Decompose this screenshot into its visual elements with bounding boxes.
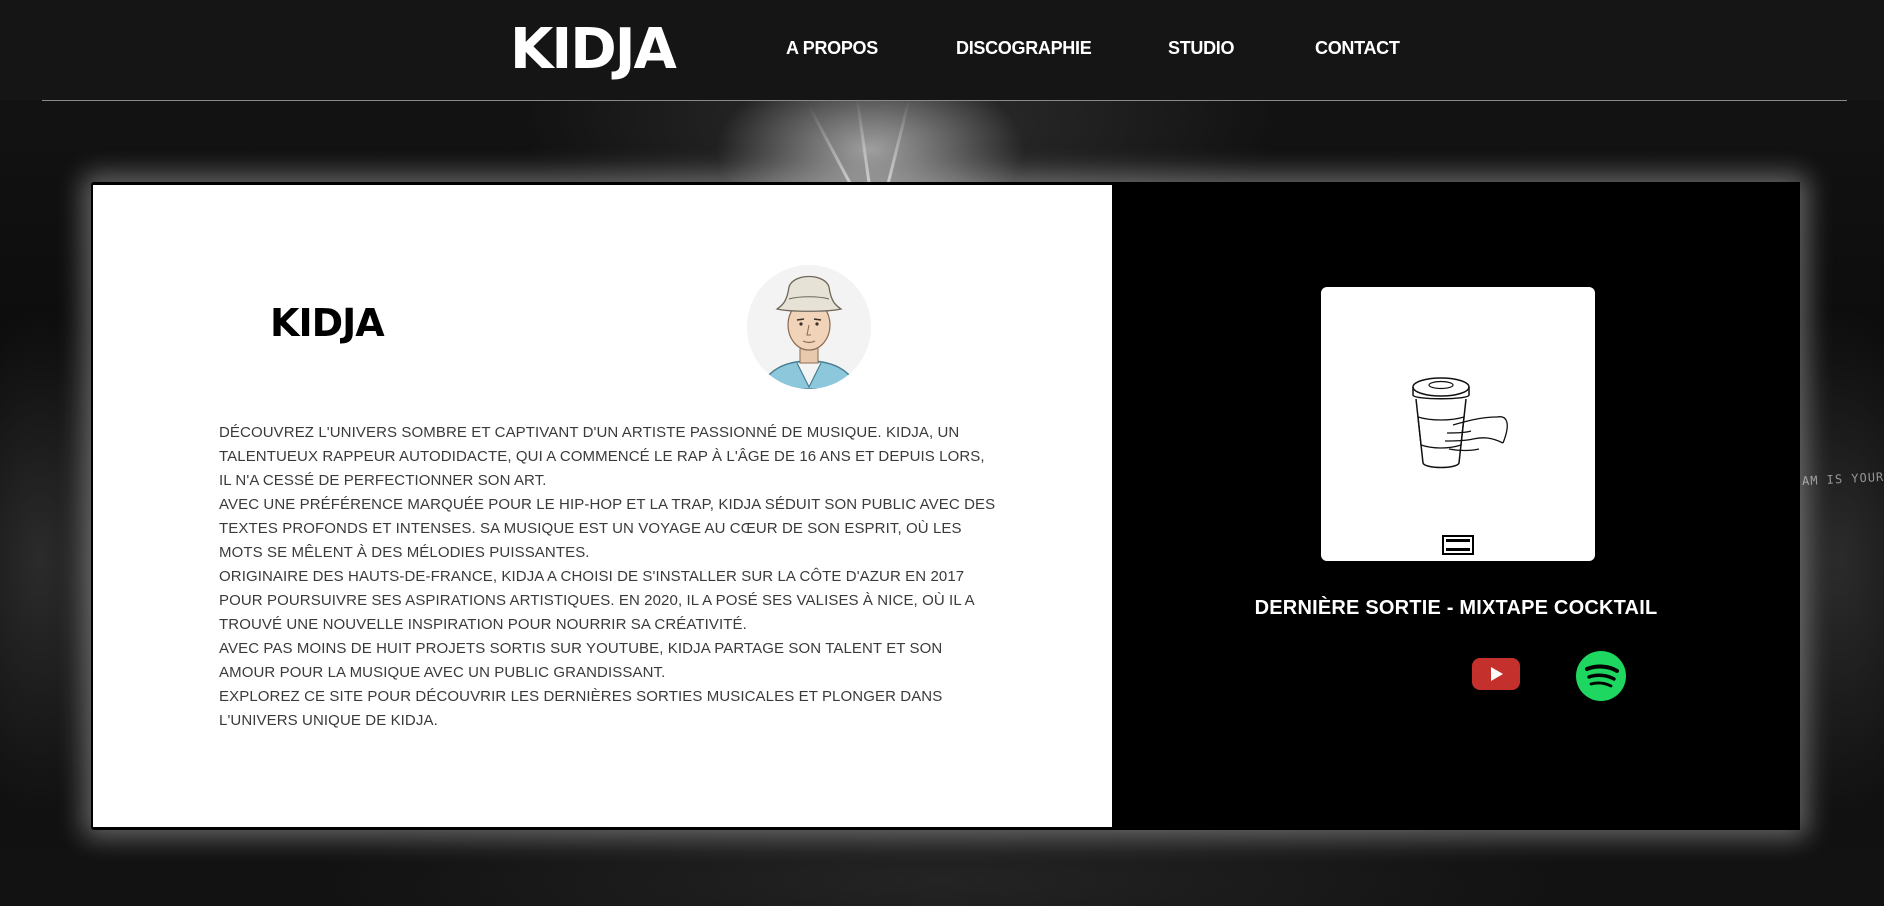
spotify-link[interactable] xyxy=(1575,650,1627,707)
nav-link-a-propos[interactable]: A PROPOS xyxy=(786,38,878,59)
latest-release-title: DERNIÈRE SORTIE - MIXTAPE COCKTAIL xyxy=(1254,597,1658,619)
artist-name: KIDJA xyxy=(270,301,385,345)
artist-card: KIDJA DÉCOUVREZ L'UNIVERS SOMBRE ET CAPT… xyxy=(91,182,1800,830)
bio-paragraph: ORIGINAIRE DES HAUTS-DE-FRANCE, KIDJA A … xyxy=(219,568,974,633)
light-beam xyxy=(855,96,871,187)
latest-release-panel: DERNIÈRE SORTIE - MIXTAPE COCKTAIL xyxy=(1112,182,1800,830)
bio-paragraph: EXPLOREZ CE SITE POUR DÉCOUVRIR LES DERN… xyxy=(219,688,943,729)
bio-paragraph: AVEC UNE PRÉFÉRENCE MARQUÉE POUR LE HIP-… xyxy=(219,496,996,561)
nav-link-contact[interactable]: CONTACT xyxy=(1315,38,1400,59)
background-caption: AM IS YOUR xyxy=(1801,469,1884,489)
light-beam xyxy=(886,98,911,187)
about-panel: KIDJA DÉCOUVREZ L'UNIVERS SOMBRE ET CAPT… xyxy=(93,185,1112,827)
album-cover[interactable] xyxy=(1321,287,1595,561)
artist-portrait-illustration xyxy=(747,265,871,389)
bio-paragraph: AVEC PAS MOINS DE HUIT PROJETS SORTIS SU… xyxy=(219,640,943,681)
coffee-cup-illustration xyxy=(1412,377,1508,469)
light-beam xyxy=(807,105,853,187)
nav-link-studio[interactable]: STUDIO xyxy=(1168,38,1235,59)
spotify-icon xyxy=(1576,651,1626,701)
youtube-link[interactable] xyxy=(1471,656,1521,697)
header-divider xyxy=(42,100,1847,101)
artist-avatar xyxy=(747,265,871,389)
nav-link-discographie[interactable]: DISCOGRAPHIE xyxy=(956,38,1092,59)
youtube-icon xyxy=(1472,658,1520,690)
artist-bio: DÉCOUVREZ L'UNIVERS SOMBRE ET CAPTIVANT … xyxy=(219,421,999,733)
site-logo[interactable]: KIDJA xyxy=(510,17,677,83)
parental-advisory-badge xyxy=(1442,535,1474,555)
site-header: KIDJA A PROPOS DISCOGRAPHIE STUDIO CONTA… xyxy=(0,0,1884,100)
bio-paragraph: DÉCOUVREZ L'UNIVERS SOMBRE ET CAPTIVANT … xyxy=(219,424,985,489)
